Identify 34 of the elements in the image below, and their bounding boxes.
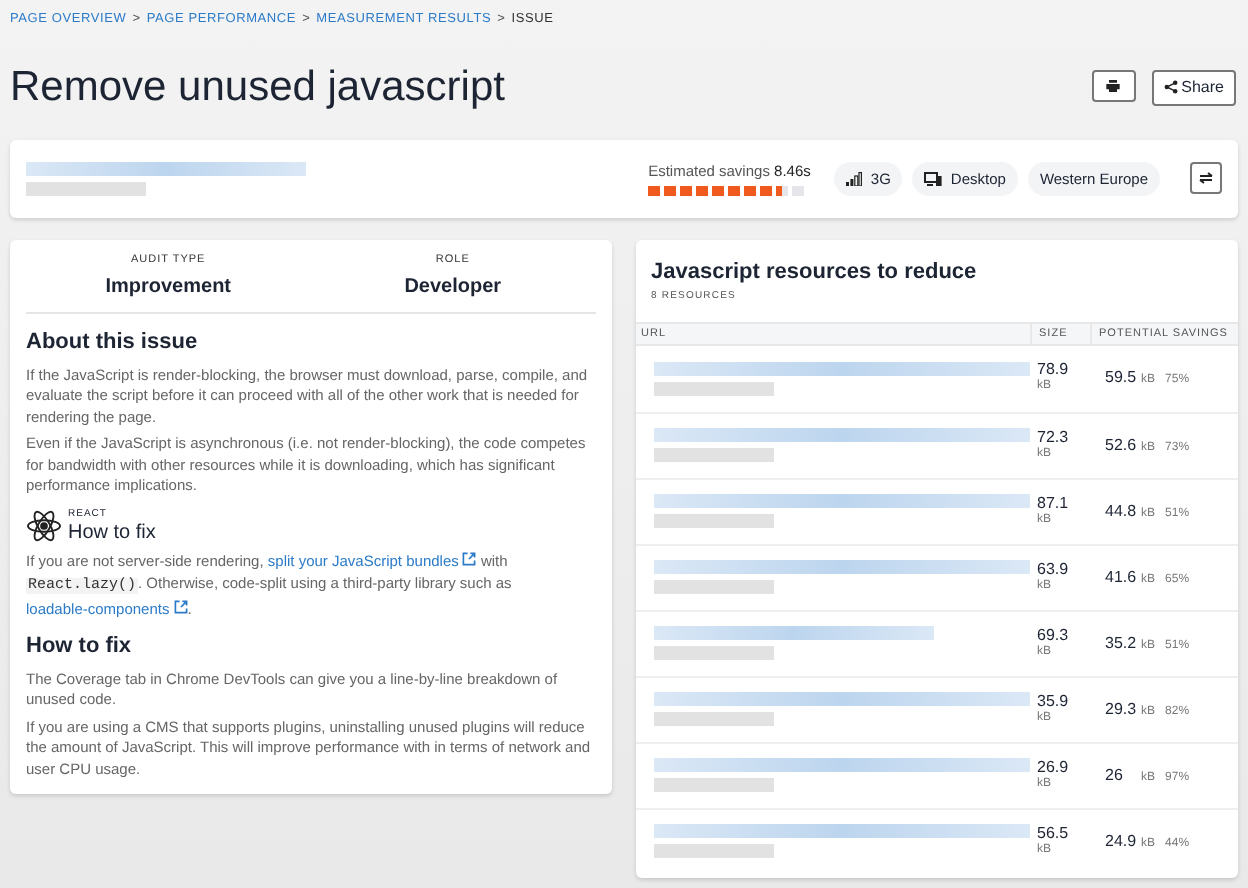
external-link-icon (462, 552, 477, 566)
savings-value: 35.2 (1105, 631, 1138, 656)
savings-value: 26 (1105, 763, 1125, 788)
share-icon (1163, 80, 1178, 95)
printer-icon (1106, 79, 1121, 92)
page-title: Remove unused javascript (10, 61, 505, 114)
section-heading: About this issue (26, 328, 200, 358)
size-value: 87.1 (1037, 493, 1071, 512)
card-title: Javascript resources to reduce (651, 257, 979, 288)
savings-value: 52.6 (1105, 433, 1138, 458)
framework-heading: How to fix (68, 522, 156, 544)
savings-value: 59.5 (1105, 366, 1138, 391)
savings-value: 44.8 (1105, 499, 1138, 524)
meta-value: Improvement (105, 274, 232, 302)
savings-value: 24.9 (1105, 829, 1138, 854)
savings-value: 29.3 (1105, 697, 1138, 722)
react-atom-icon (26, 509, 62, 542)
size-value: 35.9 (1037, 691, 1071, 710)
section-heading: How to fix (26, 632, 134, 662)
meta-value: Developer (404, 274, 502, 302)
print-button[interactable] (1091, 69, 1136, 102)
savings-value: 41.6 (1105, 565, 1138, 590)
size-value: 72.3 (1037, 427, 1071, 446)
size-value: 69.3 (1037, 625, 1071, 644)
signal-icon (846, 171, 863, 186)
size-value: 63.9 (1037, 559, 1071, 578)
share-button[interactable]: Share (1151, 69, 1236, 106)
size-value: 26.9 (1037, 757, 1071, 776)
devices-icon (924, 171, 943, 186)
external-link-icon (173, 600, 188, 614)
size-value: 56.5 (1037, 823, 1071, 842)
size-value: 78.9 (1037, 360, 1071, 379)
switch-button[interactable] (1190, 162, 1222, 195)
swap-arrows-icon (1198, 172, 1214, 185)
